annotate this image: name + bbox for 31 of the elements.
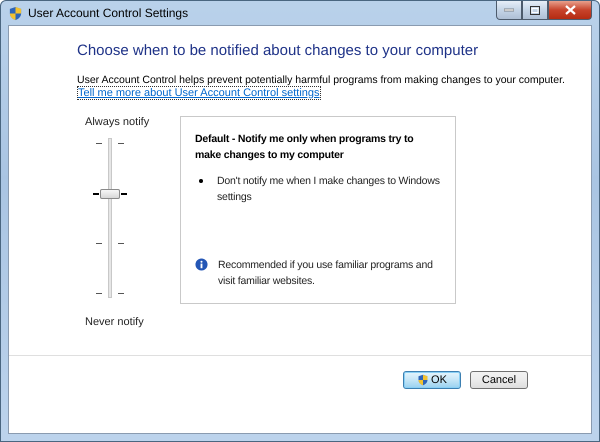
description: User Account Control helps prevent potentially harmful programs from making changes to your computer. bbox=[77, 74, 566, 86]
tick-mark bbox=[96, 293, 102, 294]
info-icon bbox=[195, 258, 208, 271]
window-title: User Account Control Settings bbox=[28, 6, 188, 20]
tick-mark bbox=[118, 243, 124, 244]
setting-title: Default - Notify me only when programs try to make changes to my computer bbox=[195, 132, 415, 163]
minimize-icon bbox=[504, 8, 514, 12]
tick-mark bbox=[118, 143, 124, 144]
bullet-icon bbox=[199, 179, 203, 183]
slider-bottom-label: Never notify bbox=[85, 316, 144, 328]
tick-mark bbox=[96, 143, 102, 144]
shield-icon bbox=[8, 6, 23, 20]
ok-button[interactable]: OK bbox=[403, 371, 461, 389]
tick-mark bbox=[118, 293, 124, 294]
tick-mark bbox=[93, 193, 99, 195]
tick-mark bbox=[121, 193, 127, 195]
close-icon bbox=[564, 5, 576, 15]
help-link[interactable]: Tell me more about User Account Control settings bbox=[77, 86, 321, 100]
maximize-icon bbox=[530, 6, 540, 14]
tick-mark bbox=[96, 243, 102, 244]
slider-thumb[interactable] bbox=[100, 188, 120, 199]
slider-top-label: Always notify bbox=[85, 116, 150, 128]
heading: Choose when to be notified about changes to your computer bbox=[77, 42, 480, 59]
shield-icon bbox=[417, 374, 430, 386]
recommendation-note: Recommended if you use familiar programs and visit familiar websites. bbox=[218, 258, 434, 289]
minimize-button[interactable] bbox=[496, 1, 522, 20]
slider-track[interactable] bbox=[108, 138, 112, 298]
bullet-text: Don't notify me when I make changes to Windows settings bbox=[217, 174, 441, 205]
cancel-button[interactable]: Cancel bbox=[470, 371, 528, 389]
close-button[interactable] bbox=[548, 1, 592, 20]
maximize-button[interactable] bbox=[522, 1, 548, 20]
